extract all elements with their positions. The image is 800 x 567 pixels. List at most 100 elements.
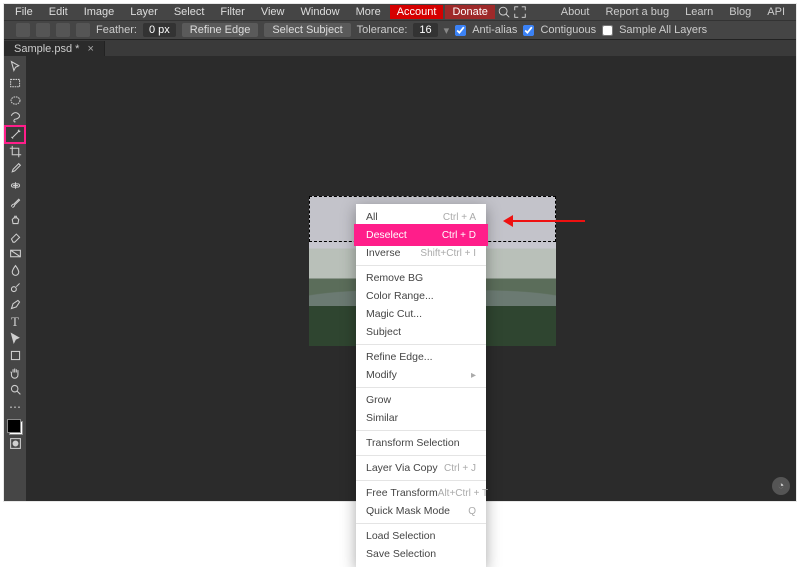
context-menu-item-magic-cut-[interactable]: Magic Cut...	[356, 305, 486, 323]
context-menu-separator	[356, 455, 486, 456]
menu-file[interactable]: File	[8, 5, 40, 19]
context-menu-item-subject[interactable]: Subject	[356, 323, 486, 341]
search-icon[interactable]	[497, 5, 511, 19]
contiguous-checkbox[interactable]	[523, 25, 534, 36]
submenu-chevron-icon: ▸	[471, 370, 476, 381]
contiguous-label: Contiguous	[540, 24, 596, 36]
storage-indicator-icon[interactable]: ◔	[772, 477, 790, 495]
menu-donate[interactable]: Donate	[445, 5, 494, 19]
context-menu-item-inverse[interactable]: Inverse Shift+Ctrl + I	[356, 244, 486, 262]
link-learn[interactable]: Learn	[678, 5, 720, 19]
fullscreen-icon[interactable]	[513, 5, 527, 19]
tool-brush[interactable]	[5, 194, 25, 211]
menu-filter[interactable]: Filter	[213, 5, 251, 19]
sample-all-checkbox[interactable]	[602, 25, 613, 36]
menu-edit[interactable]: Edit	[42, 5, 75, 19]
selection-mode-add[interactable]	[36, 23, 50, 37]
select-subject-button[interactable]: Select Subject	[264, 23, 350, 37]
tool-hand[interactable]	[5, 364, 25, 381]
tool-dodge[interactable]	[5, 279, 25, 296]
context-menu-item-label: Transform Selection	[366, 437, 460, 449]
link-report-bug[interactable]: Report a bug	[598, 5, 676, 19]
context-menu-item-save-selection[interactable]: Save Selection	[356, 545, 486, 563]
tool-gradient[interactable]	[5, 245, 25, 262]
context-menu-item-label: All	[366, 211, 378, 223]
menu-more[interactable]: More	[349, 5, 388, 19]
tool-ellipse-select[interactable]	[5, 92, 25, 109]
context-menu-item-label: Subject	[366, 326, 401, 338]
menu-view[interactable]: View	[254, 5, 292, 19]
context-menu-item-label: Similar	[366, 412, 398, 424]
tool-lasso[interactable]	[5, 109, 25, 126]
context-menu-item-deselect[interactable]: DeselectCtrl + D	[356, 226, 486, 244]
context-menu-item-color-range-[interactable]: Color Range...	[356, 287, 486, 305]
context-menu-item-label: Layer Via Copy	[366, 462, 438, 474]
menu-account[interactable]: Account	[390, 5, 444, 19]
context-menu-item-label: Remove BG	[366, 272, 423, 284]
app-frame: File Edit Image Layer Select Filter View…	[3, 3, 797, 502]
menu-layer[interactable]: Layer	[123, 5, 165, 19]
context-menu-item-label: Magic Cut...	[366, 308, 422, 320]
context-menu-item-label: Load Selection	[366, 530, 435, 542]
context-menu-item-label: Inverse	[366, 247, 400, 259]
context-menu-item-free-transform[interactable]: Free TransformAlt+Ctrl + T	[356, 484, 486, 502]
context-menu-item-shortcut: Shift+Ctrl + I	[420, 248, 476, 259]
context-menu-separator	[356, 265, 486, 266]
tool-magic-wand[interactable]	[5, 126, 25, 143]
context-menu-item-label: Save Selection	[366, 548, 436, 560]
tool-clone[interactable]	[5, 211, 25, 228]
context-menu-item-shortcut: Ctrl + D	[442, 230, 476, 241]
menu-window[interactable]: Window	[294, 5, 347, 19]
anti-alias-checkbox[interactable]	[455, 25, 466, 36]
tool-rect-select[interactable]	[5, 75, 25, 92]
tool-path-select[interactable]	[5, 330, 25, 347]
tool-zoom[interactable]	[5, 381, 25, 398]
tool-more[interactable]: ⋯	[5, 398, 25, 415]
context-menu-item-load-selection[interactable]: Load Selection	[356, 527, 486, 545]
selection-mode-subtract[interactable]	[56, 23, 70, 37]
tool-eyedropper[interactable]	[5, 160, 25, 177]
canvas-area[interactable]: All Ctrl + A DeselectCtrl + D Inverse Shift+…	[26, 56, 796, 501]
feather-input[interactable]: 0 px	[143, 23, 176, 37]
context-menu-item-refine-edge-[interactable]: Refine Edge...	[356, 348, 486, 366]
link-blog[interactable]: Blog	[722, 5, 758, 19]
context-menu-item-similar[interactable]: Similar	[356, 409, 486, 427]
tool-shape[interactable]	[5, 347, 25, 364]
close-tab-icon[interactable]: ×	[87, 43, 93, 55]
tolerance-input[interactable]: 16	[413, 23, 437, 37]
tool-move[interactable]	[5, 58, 25, 75]
context-menu-item-label: Quick Mask Mode	[366, 505, 450, 517]
tool-crop[interactable]	[5, 143, 25, 160]
link-about[interactable]: About	[554, 5, 597, 19]
refine-edge-button[interactable]: Refine Edge	[182, 23, 259, 37]
tool-eraser[interactable]	[5, 228, 25, 245]
selection-mode-intersect[interactable]	[76, 23, 90, 37]
context-menu-item-label: Color Range...	[366, 290, 434, 302]
document-tab[interactable]: Sample.psd * ×	[4, 41, 105, 57]
options-bar: Feather: 0 px Refine Edge Select Subject…	[4, 20, 796, 39]
tool-healing[interactable]	[5, 177, 25, 194]
menu-image[interactable]: Image	[77, 5, 122, 19]
context-menu-item-remove-bg[interactable]: Remove BG	[356, 269, 486, 287]
document-tab-label: Sample.psd *	[14, 43, 79, 55]
context-menu-item-grow[interactable]: Grow	[356, 391, 486, 409]
annotation-arrow	[507, 220, 585, 222]
context-menu-item-shortcut: Ctrl + A	[443, 212, 476, 223]
context-menu-item-label: Refine Edge...	[366, 351, 433, 363]
context-menu-separator	[356, 430, 486, 431]
tool-blur[interactable]	[5, 262, 25, 279]
tool-pen[interactable]	[5, 296, 25, 313]
context-menu-item-transform-selection[interactable]: Transform Selection	[356, 434, 486, 452]
link-api[interactable]: API	[760, 5, 792, 19]
tolerance-label: Tolerance:	[357, 24, 408, 36]
quick-mask-icon[interactable]	[5, 435, 25, 452]
tool-type[interactable]: T	[5, 313, 25, 330]
context-menu-item-shortcut: Q	[468, 506, 476, 517]
context-menu-item-layer-via-copy[interactable]: Layer Via CopyCtrl + J	[356, 459, 486, 477]
color-swatch[interactable]	[7, 419, 23, 435]
context-menu-item-modify[interactable]: Modify▸	[356, 366, 486, 384]
context-menu-separator	[356, 387, 486, 388]
context-menu-item-all[interactable]: All Ctrl + A	[356, 208, 486, 226]
menu-select[interactable]: Select	[167, 5, 212, 19]
selection-mode-new[interactable]	[16, 23, 30, 37]
